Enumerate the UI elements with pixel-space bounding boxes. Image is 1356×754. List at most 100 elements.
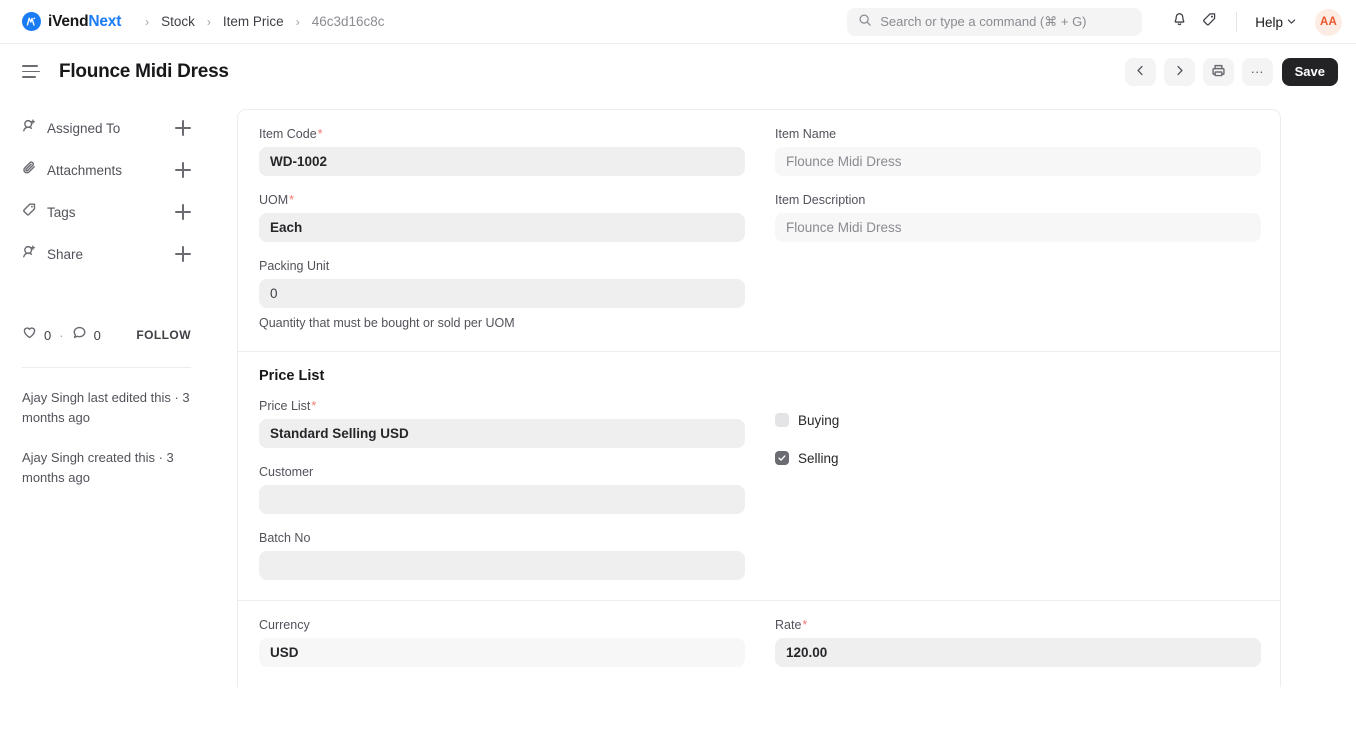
currency-input[interactable]: USD: [259, 638, 745, 667]
item-description-input: Flounce Midi Dress: [775, 213, 1261, 242]
page-actions: ··· Save: [1124, 44, 1338, 99]
add-assigned-to-button[interactable]: [175, 120, 191, 136]
item-name-input: Flounce Midi Dress: [775, 147, 1261, 176]
activity-last-edited: Ajay Singh last edited this · 3 months a…: [22, 390, 190, 425]
field-customer: Customer: [259, 464, 745, 514]
print-button[interactable]: [1202, 57, 1234, 86]
field-label: Customer: [259, 465, 314, 479]
check-icon: [778, 455, 786, 461]
form-column-right: Item Name Flounce Midi Dress Item Descri…: [775, 126, 1261, 331]
page-title: Flounce Midi Dress: [59, 60, 229, 82]
uom-input[interactable]: Each: [259, 213, 745, 242]
buying-checkbox[interactable]: [775, 413, 789, 427]
notifications-button[interactable]: [1164, 7, 1194, 37]
add-tag-button[interactable]: [175, 204, 191, 220]
sidebar-item-label: Attachments: [47, 162, 123, 178]
bell-icon: [1171, 11, 1188, 33]
field-label: Batch No: [259, 531, 311, 545]
form-column-right: Rate* 120.00: [775, 617, 1261, 667]
field-uom: UOM* Each: [259, 192, 745, 242]
field-label: Item Description: [775, 193, 866, 207]
form-column-left: Item Code* WD-1002 UOM* Each Packing Uni…: [259, 126, 745, 331]
chevron-down-icon: [1286, 15, 1297, 30]
price-list-input[interactable]: Standard Selling USD: [259, 419, 745, 448]
user-plus-icon: [22, 118, 37, 138]
like-count: 0: [44, 327, 52, 343]
sidebar-item-tags[interactable]: Tags: [22, 191, 191, 233]
next-document-button[interactable]: [1163, 57, 1195, 86]
field-label: UOM*: [259, 193, 295, 207]
breadcrumb-separator: ›: [145, 14, 150, 29]
sidebar-item-label: Share: [47, 246, 84, 262]
paperclip-icon: [22, 160, 37, 180]
search-icon: [858, 13, 872, 32]
form-section-price-list: Price List Price List* Standard Selling …: [238, 351, 1280, 600]
field-label: Price List*: [259, 399, 317, 413]
tags-button[interactable]: [1194, 7, 1224, 37]
printer-icon: [1211, 63, 1226, 81]
checkbox-row-selling[interactable]: Selling: [775, 448, 1261, 468]
field-batch-no: Batch No: [259, 530, 745, 580]
ivendnext-logo-icon: [22, 12, 41, 31]
save-button[interactable]: Save: [1281, 57, 1338, 86]
field-price-list: Price List* Standard Selling USD: [259, 398, 745, 448]
form-column-right: Buying Selling: [775, 398, 1261, 580]
follow-button[interactable]: FOLLOW: [136, 328, 191, 342]
heart-icon[interactable]: [22, 325, 37, 345]
search-input[interactable]: Search or type a command (⌘ + G): [847, 8, 1143, 36]
sidebar-item-attachments[interactable]: Attachments: [22, 149, 191, 191]
hamburger-icon[interactable]: [22, 65, 40, 78]
previous-document-button[interactable]: [1124, 57, 1156, 86]
packing-unit-help-text: Quantity that must be bought or sold per…: [259, 316, 515, 330]
batch-no-input[interactable]: [259, 551, 745, 580]
navbar-divider: [1236, 12, 1238, 32]
app-root: iVendNext › Stock › Item Price › 46c3d16…: [0, 0, 1356, 754]
required-marker: *: [317, 127, 323, 141]
brand-name: iVendNext: [48, 12, 122, 30]
breadcrumb-item-item-price[interactable]: Item Price: [219, 12, 288, 31]
field-currency: Currency USD: [259, 617, 745, 667]
selling-checkbox[interactable]: [775, 451, 789, 465]
sidebar-item-label: Assigned To: [47, 120, 121, 136]
customer-input[interactable]: [259, 485, 745, 514]
selling-label: Selling: [798, 450, 839, 466]
breadcrumb-separator: ›: [295, 14, 300, 29]
field-item-name: Item Name Flounce Midi Dress: [775, 126, 1261, 176]
breadcrumb: › Stock › Item Price › 46c3d16c8c: [137, 12, 388, 31]
breadcrumb-separator: ›: [206, 14, 211, 29]
checkbox-row-buying[interactable]: Buying: [775, 410, 1261, 430]
item-code-input[interactable]: WD-1002: [259, 147, 745, 176]
sidebar-item-assigned-to[interactable]: Assigned To: [22, 107, 191, 149]
field-label: Rate*: [775, 618, 808, 632]
navbar-right-group: Search or type a command (⌘ + G) Help AA: [847, 0, 1342, 44]
add-share-button[interactable]: [175, 246, 191, 262]
stats-separator: ·: [59, 327, 64, 343]
chevron-right-icon: [1173, 64, 1186, 80]
brand-logo-group[interactable]: iVendNext: [0, 12, 121, 31]
field-label: Item Code*: [259, 127, 323, 141]
sidebar-item-share[interactable]: Share: [22, 233, 191, 275]
page-header: Flounce Midi Dress ··· Save: [0, 44, 1356, 99]
rate-input[interactable]: 120.00: [775, 638, 1261, 667]
form-column-left: Price List* Standard Selling USD Custome…: [259, 398, 745, 580]
buying-label: Buying: [798, 412, 840, 428]
required-marker: *: [311, 399, 317, 413]
item-price-form: Item Code* WD-1002 UOM* Each Packing Uni…: [237, 109, 1281, 687]
add-attachment-button[interactable]: [175, 162, 191, 178]
search-placeholder: Search or type a command (⌘ + G): [880, 14, 1087, 29]
form-column-left: Currency USD: [259, 617, 745, 667]
avatar[interactable]: AA: [1315, 8, 1342, 36]
field-rate: Rate* 120.00: [775, 617, 1261, 667]
sidebar: Assigned To Attachments Tags Share 0 · 0…: [0, 99, 213, 754]
comment-icon[interactable]: [72, 325, 87, 345]
more-options-button[interactable]: ···: [1241, 57, 1273, 86]
help-menu-button[interactable]: Help: [1249, 11, 1303, 34]
field-packing-unit: Packing Unit 0 Quantity that must be bou…: [259, 258, 745, 331]
packing-unit-input[interactable]: 0: [259, 279, 745, 308]
form-section-details: Item Code* WD-1002 UOM* Each Packing Uni…: [238, 110, 1280, 351]
comment-count: 0: [93, 327, 101, 343]
breadcrumb-item-stock[interactable]: Stock: [157, 12, 199, 31]
user-share-icon: [22, 244, 37, 264]
breadcrumb-item-current: 46c3d16c8c: [311, 14, 385, 29]
sidebar-item-label: Tags: [47, 204, 76, 220]
